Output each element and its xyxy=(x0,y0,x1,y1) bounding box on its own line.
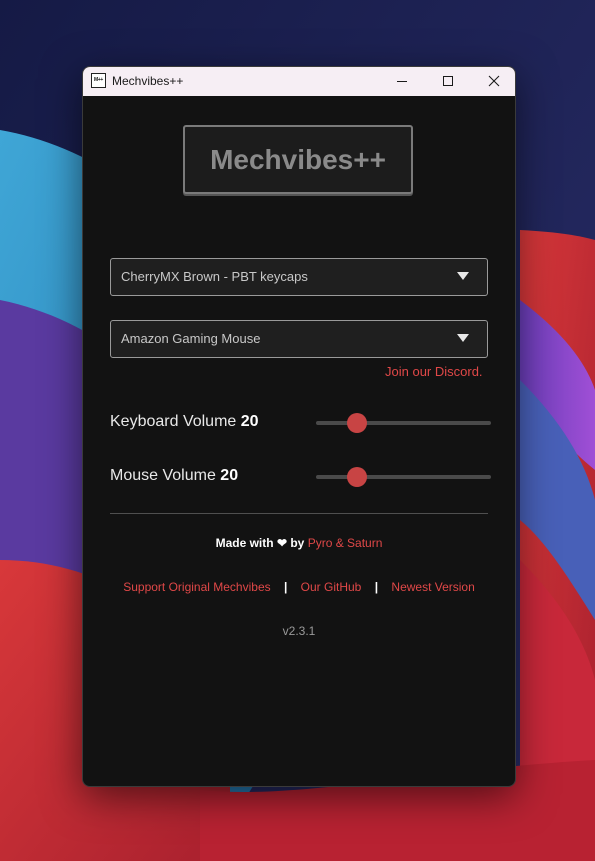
keyboard-volume-value: 20 xyxy=(240,413,259,430)
made-with-text: Made with xyxy=(215,536,274,550)
app-icon: M++ xyxy=(91,73,106,88)
github-link[interactable]: Our GitHub xyxy=(301,580,362,594)
maximize-button[interactable] xyxy=(425,67,471,96)
app-logo: Mechvibes++ xyxy=(183,125,413,194)
close-button[interactable] xyxy=(471,67,515,96)
credits-line: Made with ❤ by Pyro & Saturn xyxy=(83,536,515,550)
mouse-sound-value: Amazon Gaming Mouse xyxy=(121,331,261,346)
dropdown-arrow-icon xyxy=(457,272,469,280)
support-original-link[interactable]: Support Original Mechvibes xyxy=(123,580,270,594)
keyboard-sound-value: CherryMX Brown - PBT keycaps xyxy=(121,269,308,284)
slider-thumb[interactable] xyxy=(347,413,367,433)
divider xyxy=(110,513,488,514)
slider-thumb[interactable] xyxy=(347,467,367,487)
mouse-sound-select[interactable]: Amazon Gaming Mouse xyxy=(110,320,488,358)
slider-track[interactable] xyxy=(316,475,491,479)
keyboard-volume-label: Keyboard Volume 20 xyxy=(110,413,259,431)
minimize-button[interactable] xyxy=(379,67,425,96)
mouse-volume-value: 20 xyxy=(220,467,239,484)
newest-version-link[interactable]: Newest Version xyxy=(391,580,474,594)
keyboard-volume-text: Keyboard Volume xyxy=(110,413,237,430)
app-window: M++ Mechvibes++ Mechvibes++ CherryMX Bro… xyxy=(82,66,516,787)
dropdown-arrow-icon xyxy=(457,334,469,342)
by-text: by xyxy=(290,536,305,550)
mouse-volume-slider[interactable] xyxy=(316,467,491,487)
discord-link[interactable]: Join our Discord. xyxy=(385,364,483,379)
close-icon xyxy=(488,75,500,87)
version-text: v2.3.1 xyxy=(282,624,316,638)
heart-icon: ❤ xyxy=(276,536,287,550)
maximize-icon xyxy=(443,76,453,86)
desktop: M++ Mechvibes++ Mechvibes++ CherryMX Bro… xyxy=(0,0,595,861)
link-separator: | xyxy=(283,580,288,594)
title-bar[interactable]: M++ Mechvibes++ xyxy=(83,67,515,96)
link-separator: | xyxy=(374,580,379,594)
window-title: Mechvibes++ xyxy=(112,74,184,88)
mouse-volume-text: Mouse Volume xyxy=(110,467,216,484)
logo-text: Mechvibes++ xyxy=(210,144,386,175)
mouse-volume-label: Mouse Volume 20 xyxy=(110,467,238,485)
minimize-icon xyxy=(397,81,407,82)
slider-track[interactable] xyxy=(316,421,491,425)
keyboard-volume-slider[interactable] xyxy=(316,413,491,433)
keyboard-sound-select[interactable]: CherryMX Brown - PBT keycaps xyxy=(110,258,488,296)
authors-link[interactable]: Pyro & Saturn xyxy=(308,536,383,550)
footer-links: Support Original Mechvibes | Our GitHub … xyxy=(83,580,515,594)
